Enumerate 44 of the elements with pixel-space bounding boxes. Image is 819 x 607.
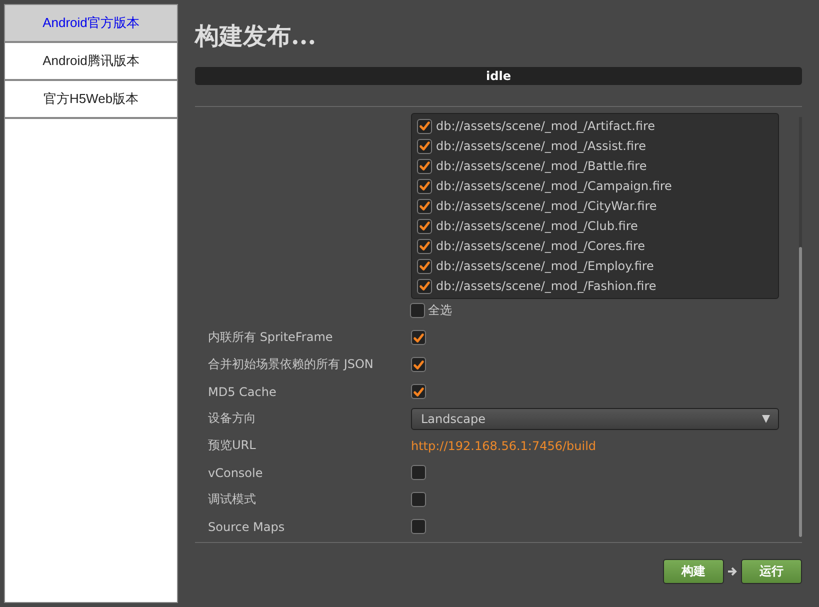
- checkbox[interactable]: [411, 330, 426, 345]
- arrow-right-icon: [727, 566, 738, 577]
- action-button[interactable]: 运行: [741, 559, 802, 584]
- checkbox[interactable]: [417, 138, 432, 154]
- scrollbar[interactable]: [799, 117, 802, 537]
- checkbox[interactable]: [411, 465, 426, 480]
- preview-url-link[interactable]: http://192.168.56.1:7456/build: [411, 438, 596, 452]
- setting-label: 设备方向: [207, 410, 257, 427]
- scene-path: db://assets/scene/_mod_/Artifact.fire: [436, 119, 656, 133]
- scene-path: db://assets/scene/_mod_/Employ.fire: [436, 259, 654, 273]
- checkbox[interactable]: [411, 519, 426, 534]
- checkbox[interactable]: [411, 492, 426, 507]
- checkbox[interactable]: [417, 258, 432, 274]
- dropdown-arrow-icon: [762, 414, 770, 422]
- scene-path: db://assets/scene/_mod_/CityWar.fire: [436, 199, 657, 213]
- scene-path: db://assets/scene/_mod_/Campaign.fire: [436, 179, 672, 193]
- checkbox[interactable]: [417, 118, 432, 134]
- setting-label: vConsole: [207, 466, 264, 480]
- checkbox[interactable]: [417, 158, 432, 174]
- scene-path: db://assets/scene/_mod_/Assist.fire: [436, 139, 646, 153]
- setting-label: 合并初始场景依赖的所有 JSON: [207, 356, 374, 373]
- checkbox[interactable]: [417, 238, 432, 254]
- checkbox[interactable]: [417, 218, 432, 234]
- setting-label: MD5 Cache: [207, 384, 278, 398]
- setting-label: 预览URL: [207, 437, 257, 454]
- setting-label: Source Maps: [207, 520, 286, 534]
- scene-path: db://assets/scene/_mod_/Battle.fire: [436, 159, 647, 173]
- checkbox[interactable]: [417, 278, 432, 294]
- scene-path: db://assets/scene/_mod_/Club.fire: [436, 219, 638, 233]
- scene-path: db://assets/scene/_mod_/Fashion.fire: [436, 279, 656, 293]
- checkbox[interactable]: [411, 384, 426, 399]
- setting-label: 内联所有 SpriteFrame: [207, 329, 334, 346]
- orientation-dropdown[interactable]: Landscape: [411, 408, 779, 430]
- checkbox[interactable]: [417, 198, 432, 214]
- action-button[interactable]: 构建: [663, 559, 724, 584]
- checkbox[interactable]: [417, 178, 432, 194]
- select-all-label: 全选: [428, 302, 452, 318]
- status-bar: idle: [195, 67, 802, 85]
- checkbox[interactable]: [410, 302, 425, 318]
- setting-label: 调试模式: [207, 491, 257, 508]
- checkbox[interactable]: [411, 357, 426, 372]
- scene-path: db://assets/scene/_mod_/Cores.fire: [436, 239, 646, 253]
- window-title: 构建发布...: [195, 20, 316, 52]
- sidebar-tab[interactable]: Android官方版本: [5, 5, 177, 43]
